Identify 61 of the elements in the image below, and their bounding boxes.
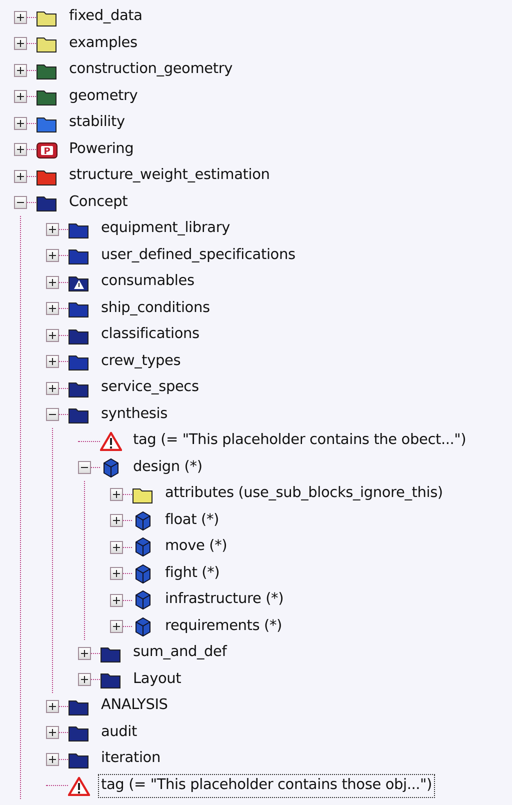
expand-button[interactable] [110,567,123,580]
folder-icon: P [36,140,58,160]
tree-item[interactable]: fixed_data [66,5,146,30]
expand-button[interactable] [14,10,27,24]
tree-item[interactable]: audit [98,720,140,745]
expand-button[interactable] [14,143,27,156]
tree-item[interactable]: examples [66,32,140,56]
expand-button[interactable] [110,514,123,528]
expand-button[interactable] [78,673,91,686]
tree-item[interactable]: Concept [66,190,131,215]
expand-button[interactable] [46,726,59,740]
tree-item[interactable]: construction_geometry [66,58,236,82]
expand-button[interactable] [110,594,123,607]
expand-button[interactable] [46,302,59,316]
tree-item[interactable]: ANALYSIS [98,694,171,718]
expand-button[interactable] [14,37,27,50]
expand-button[interactable] [14,90,27,104]
expand-button[interactable] [78,646,91,660]
collapse-button[interactable] [78,461,91,474]
tree-item[interactable]: consumables [98,270,198,294]
tree-item[interactable]: structure_weight_estimation [66,164,273,188]
expand-button[interactable] [46,276,59,289]
expand-button[interactable] [46,249,59,262]
tree-item[interactable]: classifications [98,323,202,348]
tree-item[interactable]: service_specs [98,376,202,400]
expand-button[interactable] [14,116,27,130]
expand-button[interactable] [46,222,59,236]
tree-item[interactable]: fight (*) [162,562,223,586]
tree-item[interactable]: move (*) [162,535,230,560]
expand-button[interactable] [46,700,59,713]
tree-item[interactable]: infrastructure (*) [162,588,287,612]
tree-item[interactable]: iteration [98,747,164,772]
tree-item[interactable]: Powering [66,138,137,162]
tree-item[interactable]: design (*) [130,456,206,480]
tree-item[interactable]: sum_and_def [130,641,230,666]
tree-item[interactable]: Layout [130,668,184,692]
tree-item[interactable]: ship_conditions [98,296,213,321]
tree-item[interactable]: geometry [66,84,141,109]
tree-item[interactable]: tag (= "This placeholder contains the obect...") [130,429,470,454]
collapse-button[interactable] [14,196,27,210]
tree-item[interactable]: requirements (*) [162,614,285,639]
tree-item[interactable]: equipment_library [98,217,233,242]
tree-item[interactable]: float (*) [162,508,222,533]
expand-button[interactable] [14,64,27,77]
expand-button[interactable] [110,540,123,554]
tree-item[interactable]: tag (= "This placeholder contains those obj...") [98,774,435,798]
expand-button[interactable] [46,328,59,342]
collapse-button[interactable] [46,408,59,422]
tree-item[interactable]: attributes (use_sub_blocks_ignore_this) [162,482,446,506]
expand-button[interactable] [14,170,27,183]
expand-button[interactable] [46,355,59,368]
tree-item[interactable]: crew_types [98,350,184,374]
warning-icon [68,776,90,796]
expand-button[interactable] [46,752,59,766]
expand-button[interactable] [46,382,59,395]
expand-button[interactable] [110,620,123,634]
tree-item[interactable]: stability [66,111,128,136]
tree-item[interactable]: synthesis [98,402,170,427]
tree-item[interactable]: user_defined_specifications [98,244,298,268]
warning-icon [100,431,122,452]
expand-button[interactable] [110,488,123,501]
